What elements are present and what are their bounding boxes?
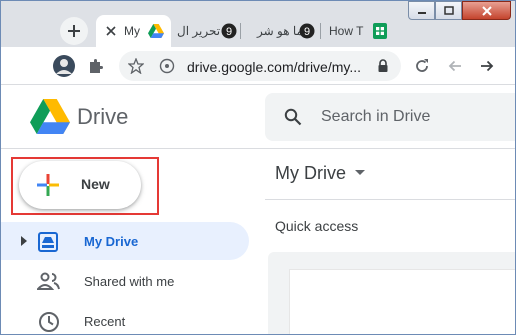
- sidebar-item-label: Shared with me: [84, 274, 175, 289]
- google-drive-icon: [148, 24, 164, 38]
- expand-arrow-icon[interactable]: [20, 236, 28, 246]
- circle-9-icon: 9: [299, 23, 315, 39]
- quick-access-heading: Quick access: [275, 218, 359, 234]
- page-title: My Drive: [275, 163, 346, 183]
- star-bookmark-icon[interactable]: [128, 58, 144, 74]
- product-name: Drive: [77, 104, 129, 129]
- sidebar-item-label: My Drive: [84, 234, 139, 249]
- minimize-button[interactable]: [408, 1, 435, 20]
- minimize-icon: [417, 11, 426, 14]
- search-input[interactable]: Search in Drive: [321, 108, 430, 126]
- tab-strip: My تحرير ال 9 ما هو شر 9 How T: [1, 1, 515, 47]
- browser-window: My تحرير ال 9 ما هو شر 9 How T drive.goo…: [0, 0, 516, 335]
- profile-avatar-icon[interactable]: [52, 54, 76, 78]
- site-info-icon[interactable]: [159, 58, 175, 74]
- browser-toolbar: drive.google.com/drive/my...: [1, 47, 515, 85]
- svg-text:9: 9: [304, 26, 310, 38]
- close-window-button[interactable]: [462, 1, 511, 20]
- drive-header: Drive Search in Drive: [1, 85, 515, 149]
- my-drive-title-dropdown[interactable]: My Drive: [275, 163, 366, 184]
- new-button[interactable]: New: [19, 161, 141, 209]
- my-drive-icon: [38, 232, 58, 252]
- search-icon[interactable]: [284, 108, 302, 126]
- sidebar-item-shared-with-me[interactable]: Shared with me: [1, 262, 249, 300]
- plus-icon: [68, 25, 80, 37]
- omnibox[interactable]: drive.google.com/drive/my...: [119, 51, 401, 81]
- caret-down-icon: [355, 170, 366, 175]
- tab-4[interactable]: How T: [321, 15, 396, 47]
- svg-text:9: 9: [226, 26, 232, 38]
- extensions-puzzle-icon[interactable]: [87, 57, 105, 75]
- sidebar-item-recent[interactable]: Recent: [1, 302, 249, 334]
- new-button-label: New: [81, 176, 110, 192]
- tab-label: My: [124, 24, 140, 38]
- forward-arrow-icon[interactable]: [478, 57, 496, 75]
- tab-my-drive[interactable]: My: [96, 15, 171, 47]
- tab-label: How T: [329, 24, 364, 38]
- search-bar[interactable]: Search in Drive: [265, 93, 515, 141]
- new-tab-button[interactable]: [60, 17, 88, 45]
- maximize-button[interactable]: [435, 1, 462, 20]
- divider: [265, 199, 515, 200]
- tab-label: ما هو شر: [257, 24, 303, 38]
- google-drive-logo-icon[interactable]: [30, 99, 70, 134]
- tab-label: تحرير ال: [177, 24, 221, 38]
- quick-access-card[interactable]: [289, 269, 515, 334]
- plus-color-icon: [37, 174, 59, 196]
- circle-9-icon: 9: [221, 23, 237, 39]
- close-tab-icon[interactable]: [105, 25, 117, 37]
- people-icon: [37, 272, 60, 290]
- lock-icon: [378, 59, 388, 72]
- sidebar-item-my-drive[interactable]: My Drive: [1, 222, 249, 260]
- tab-2[interactable]: تحرير ال 9: [171, 15, 241, 47]
- google-sheets-icon: [373, 23, 387, 39]
- url-text: drive.google.com/drive/my...: [187, 59, 362, 75]
- maximize-icon: [443, 5, 454, 15]
- back-arrow-icon[interactable]: [446, 57, 464, 75]
- clock-icon: [39, 312, 59, 332]
- close-icon: [481, 5, 492, 16]
- reload-icon[interactable]: [413, 57, 431, 75]
- window-controls: [408, 1, 513, 21]
- sidebar-item-label: Recent: [84, 314, 126, 329]
- tab-3[interactable]: ما هو شر 9: [241, 15, 321, 47]
